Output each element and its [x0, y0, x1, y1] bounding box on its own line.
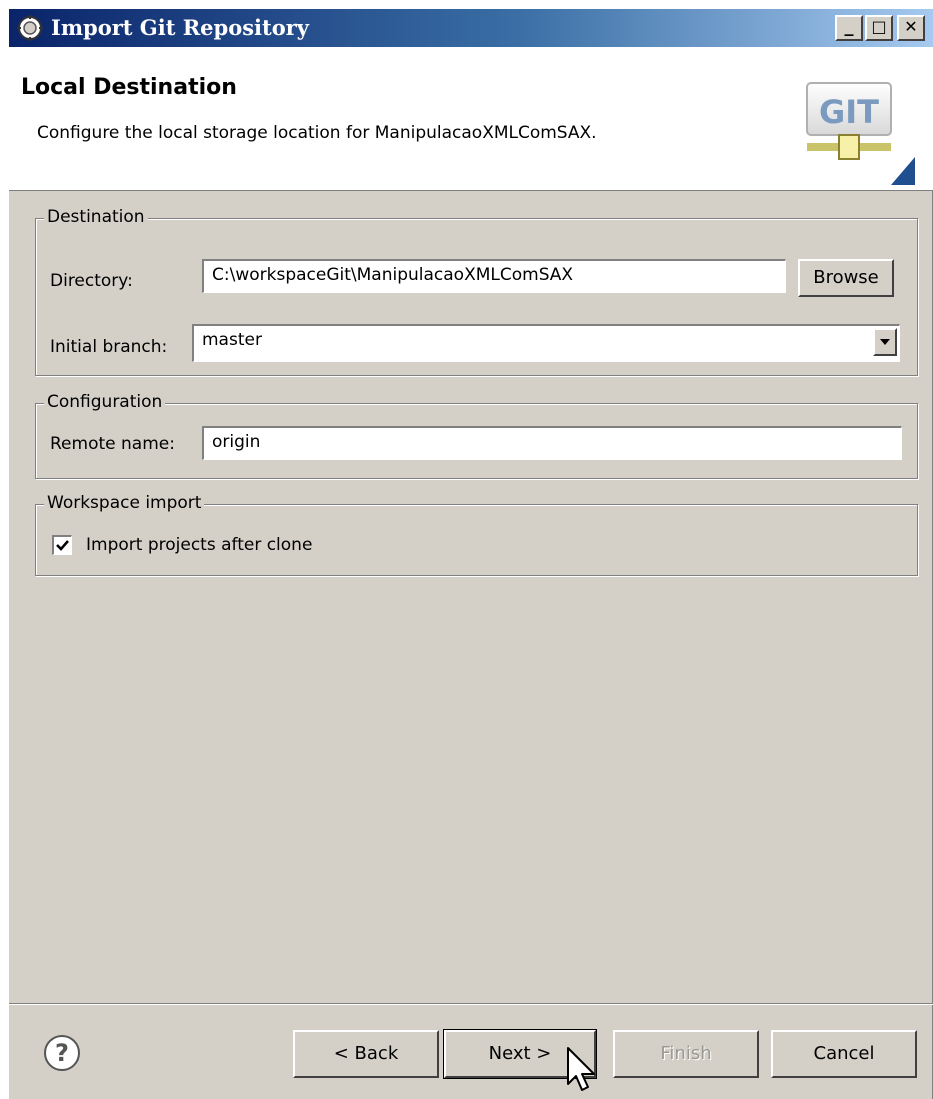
initial-branch-select[interactable]: master	[192, 324, 900, 362]
footer-separator	[9, 1003, 933, 1005]
back-button[interactable]: < Back	[293, 1030, 439, 1078]
svg-text:?: ?	[55, 1039, 69, 1067]
close-button[interactable]: ✕	[897, 15, 925, 41]
import-git-repository-dialog: Import Git Repository _ □ ✕ Local Destin…	[8, 8, 933, 1099]
workspace-import-group-label: Workspace import	[44, 492, 205, 514]
page-title: Local Destination	[21, 75, 237, 100]
directory-input[interactable]: C:\workspaceGit\ManipulacaoXMLComSAX	[202, 259, 786, 293]
destination-group: Destination Directory: C:\workspaceGit\M…	[35, 206, 918, 376]
browse-button[interactable]: Browse	[798, 259, 894, 297]
mouse-pointer-icon	[567, 1047, 595, 1091]
import-projects-label: Import projects after clone	[86, 535, 313, 555]
remote-name-label: Remote name:	[50, 434, 175, 454]
remote-name-input[interactable]: origin	[202, 426, 902, 460]
close-icon: ✕	[904, 17, 918, 36]
configuration-group: Configuration Remote name: origin	[35, 391, 918, 479]
git-logo-text: GIT	[819, 93, 879, 131]
maximize-icon: □	[871, 17, 887, 36]
initial-branch-label: Initial branch:	[50, 337, 168, 357]
wizard-header: Local Destination Configure the local st…	[9, 47, 933, 191]
git-logo-icon: GIT	[806, 82, 915, 185]
finish-button: Finish	[613, 1030, 759, 1078]
import-projects-checkbox[interactable]	[52, 535, 72, 555]
dropdown-button[interactable]	[873, 328, 897, 356]
checkmark-icon	[56, 540, 69, 551]
minimize-icon: _	[844, 16, 854, 37]
destination-group-label: Destination	[44, 206, 148, 228]
chevron-down-icon	[880, 339, 890, 345]
initial-branch-value: master	[202, 330, 262, 350]
eclipse-icon	[17, 15, 43, 41]
minimize-button[interactable]: _	[835, 15, 863, 41]
directory-label: Directory:	[50, 271, 133, 291]
window-title: Import Git Repository	[51, 15, 310, 40]
help-icon[interactable]: ?	[43, 1034, 81, 1072]
maximize-button[interactable]: □	[865, 15, 893, 41]
configuration-group-label: Configuration	[44, 391, 166, 413]
workspace-import-group: Workspace import Import projects after c…	[35, 492, 918, 576]
cancel-button[interactable]: Cancel	[771, 1030, 917, 1078]
page-description: Configure the local storage location for…	[37, 123, 597, 143]
title-bar[interactable]: Import Git Repository _ □ ✕	[9, 9, 933, 47]
